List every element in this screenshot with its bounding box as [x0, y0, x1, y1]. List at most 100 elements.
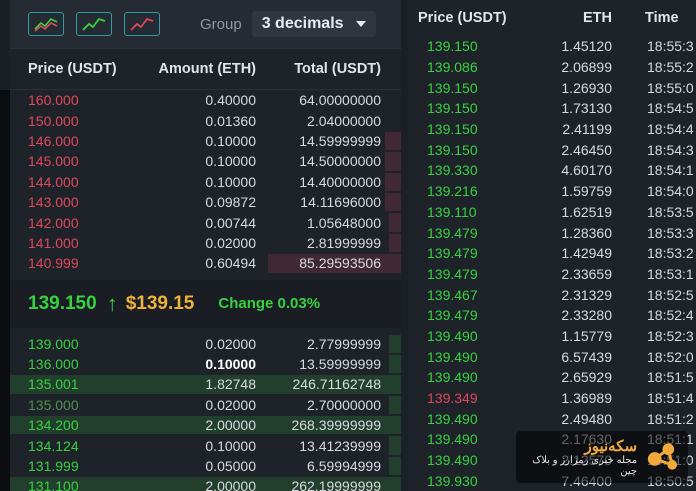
ask-total: 64.00000000	[299, 92, 381, 109]
watermark-subtitle: مجله خبری رمزارز و بلاک چین	[532, 455, 638, 477]
trade-price: 139.490	[427, 410, 478, 427]
trade-eth: 2.49480	[561, 410, 612, 427]
bid-total: 2.77999999	[307, 335, 381, 352]
bid-row[interactable]: 136.000 0.10000 13.59999999	[10, 354, 401, 374]
trade-price: 139.490	[427, 369, 478, 386]
trade-time: 18:52:4	[647, 307, 694, 324]
ask-total: 2.04000000	[307, 112, 381, 129]
bid-depth-bar	[389, 456, 401, 476]
bid-row[interactable]: 135.001 1.82748 246.71162748	[10, 374, 401, 394]
price-change: Change 0.03%	[218, 295, 321, 313]
price-header[interactable]: Price (USDT)	[10, 61, 130, 77]
bids-list: 139.000 0.02000 2.77999999 136.000 0.10000 13…	[10, 334, 401, 491]
bid-price: 139.000	[28, 335, 79, 352]
ask-row[interactable]: 145.000 0.10000 14.50000000	[10, 151, 401, 171]
trade-row[interactable]: 139.150 2.46450 18:54:3	[408, 139, 696, 160]
trade-row[interactable]: 139.479 1.28360 18:53:3	[408, 222, 696, 243]
bids-chart-icon[interactable]	[76, 12, 112, 36]
bid-total: 13.59999999	[299, 356, 381, 373]
bid-price: 135.000	[28, 396, 79, 413]
ask-depth-bar	[385, 152, 401, 171]
decimals-dropdown[interactable]: 3 decimals	[251, 11, 376, 37]
ask-amount: 0.00744	[205, 214, 256, 231]
decimals-value: 3 decimals	[261, 15, 344, 32]
trade-price: 139.490	[427, 327, 478, 344]
trade-time: 18:54:0	[647, 183, 694, 200]
bid-price: 135.001	[28, 376, 79, 393]
trade-price: 139.330	[427, 162, 478, 179]
ask-row[interactable]: 140.999 0.60494 85.29593506	[10, 253, 401, 273]
trade-eth: 2.31329	[561, 286, 612, 303]
bid-total: 13.41239999	[299, 437, 381, 454]
trade-eth: 1.26930	[561, 79, 612, 96]
ask-amount: 0.10000	[205, 173, 256, 190]
trade-eth: 2.06899	[561, 59, 612, 76]
bid-row[interactable]: 134.200 2.00000 268.39999999	[10, 415, 401, 435]
trade-row[interactable]: 139.150 1.26930 18:55:0	[408, 77, 696, 98]
trade-row[interactable]: 139.330 4.60170 18:54:1	[408, 160, 696, 181]
ask-total: 1.05648000	[307, 214, 381, 231]
ask-row[interactable]: 150.000 0.01360 2.04000000	[10, 110, 401, 130]
bid-row[interactable]: 131.999 0.05000 6.59994999	[10, 456, 401, 476]
trade-time-header[interactable]: Time	[612, 10, 696, 26]
trade-row[interactable]: 139.150 2.41199 18:54:4	[408, 119, 696, 140]
trade-price: 139.086	[427, 59, 478, 76]
bid-row[interactable]: 131.100 2.00000 262.19999999	[10, 476, 401, 491]
trade-row[interactable]: 139.150 1.73130 18:54:5	[408, 98, 696, 119]
trade-row[interactable]: 139.479 1.42949 18:53:2	[408, 243, 696, 264]
bid-row[interactable]: 139.000 0.02000 2.77999999	[10, 334, 401, 354]
ask-price: 150.000	[28, 112, 79, 129]
bid-total: 262.19999999	[291, 478, 381, 491]
ask-row[interactable]: 146.000 0.10000 14.59999999	[10, 131, 401, 151]
arrow-up-icon: ↑	[106, 290, 118, 316]
bid-depth-bar	[389, 334, 401, 353]
bid-amount: 0.05000	[205, 458, 256, 475]
bid-depth-bar	[389, 354, 401, 374]
ask-row[interactable]: 141.000 0.02000 2.81999999	[10, 233, 401, 253]
trade-eth: 4.60170	[561, 162, 612, 179]
ask-row[interactable]: 142.000 0.00744 1.05648000	[10, 212, 401, 232]
bid-row[interactable]: 135.000 0.02000 2.70000000	[10, 395, 401, 415]
trade-row[interactable]: 139.479 2.33659 18:53:1	[408, 264, 696, 285]
trade-row[interactable]: 139.110 1.62519 18:53:5	[408, 202, 696, 223]
trades-list: 139.150 1.45120 18:55:3 139.086 2.06899 18:55…	[408, 36, 696, 491]
ask-row[interactable]: 143.000 0.09872 14.11696000	[10, 192, 401, 212]
last-price-bar: 139.150 ↑ $139.15 Change 0.03%	[10, 279, 401, 328]
asks-chart-icon[interactable]	[124, 12, 160, 36]
trade-price: 139.467	[427, 286, 478, 303]
ask-depth-bar	[385, 131, 401, 151]
both-sides-chart-icon[interactable]	[28, 12, 64, 36]
trade-row[interactable]: 139.467 2.31329 18:52:5	[408, 284, 696, 305]
trade-row[interactable]: 139.490 1.15779 18:52:3	[408, 326, 696, 347]
total-header[interactable]: Total (USDT)	[256, 61, 381, 77]
ask-price: 141.000	[28, 234, 79, 251]
trade-time: 18:54:1	[647, 162, 694, 179]
ask-amount: 0.09872	[205, 194, 256, 211]
ask-total: 14.59999999	[299, 132, 381, 149]
bid-amount: 2.00000	[205, 478, 256, 491]
trade-price-header[interactable]: Price (USDT)	[408, 10, 530, 26]
trade-row[interactable]: 139.150 1.45120 18:55:3	[408, 36, 696, 57]
trade-row[interactable]: 139.490 6.57439 18:52:0	[408, 346, 696, 367]
ask-price: 144.000	[28, 173, 79, 190]
bid-row[interactable]: 134.124 0.10000 13.41239999	[10, 435, 401, 455]
trade-price: 139.150	[427, 79, 478, 96]
bid-amount: 0.10000	[205, 437, 256, 454]
trade-eth: 2.33280	[561, 307, 612, 324]
ask-row[interactable]: 160.000 0.40000 64.00000000	[10, 90, 401, 110]
trade-time: 18:55:2	[647, 59, 694, 76]
trade-eth-header[interactable]: ETH	[530, 10, 612, 26]
trade-price: 139.479	[427, 265, 478, 282]
trade-row[interactable]: 139.216 1.59759 18:54:0	[408, 181, 696, 202]
trade-row[interactable]: 139.086 2.06899 18:55:2	[408, 57, 696, 78]
trade-price: 139.479	[427, 245, 478, 262]
amount-header[interactable]: Amount (ETH)	[130, 61, 256, 77]
ask-depth-bar	[389, 233, 401, 253]
group-label: Group	[200, 15, 242, 33]
ask-row[interactable]: 144.000 0.10000 14.40000000	[10, 172, 401, 192]
trade-row[interactable]: 139.479 2.33280 18:52:4	[408, 305, 696, 326]
trade-row[interactable]: 139.349 1.36989 18:51:4	[408, 388, 696, 409]
trade-row[interactable]: 139.490 2.65929 18:51:5	[408, 367, 696, 388]
trade-row[interactable]: 139.490 2.49480 18:51:2	[408, 408, 696, 429]
trade-eth: 1.15779	[561, 327, 612, 344]
